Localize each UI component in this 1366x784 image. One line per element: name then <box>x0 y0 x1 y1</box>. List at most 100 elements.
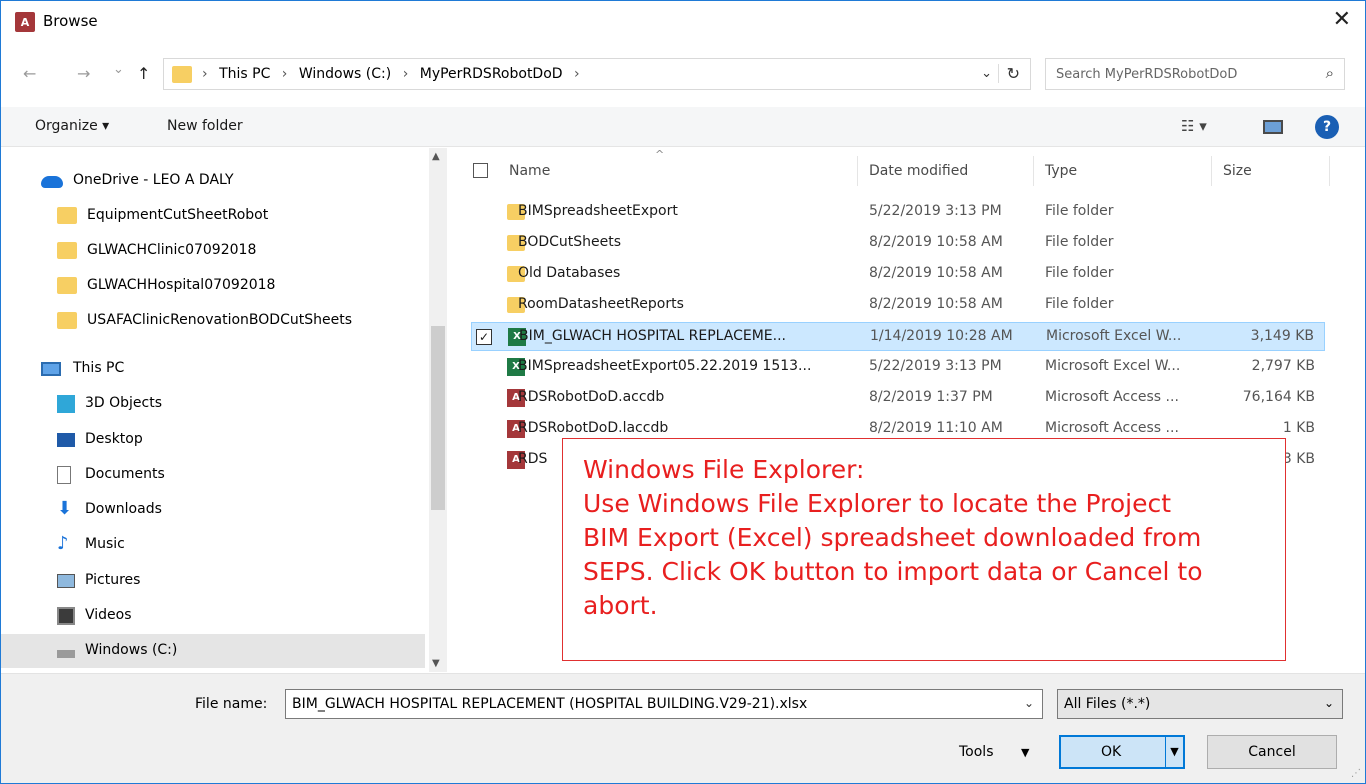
tree-item-label: GLWACHClinic07092018 <box>87 242 257 258</box>
tree-item-folder[interactable]: USAFAClinicRenovationBODCutSheets <box>1 304 425 338</box>
tree-item-windows-c[interactable]: Windows (C:) <box>1 634 425 668</box>
resize-grip-icon[interactable]: ⋰ <box>1351 768 1361 779</box>
column-header-date[interactable]: Date modified <box>869 163 968 179</box>
tools-dropdown-icon[interactable]: ▼ <box>1021 746 1029 759</box>
file-row[interactable]: BODCutSheets 8/2/2019 10:58 AM File fold… <box>471 229 1325 258</box>
breadcrumb-current-folder[interactable]: MyPerRDSRobotDoD <box>420 66 563 82</box>
file-name: BODCutSheets <box>518 234 622 250</box>
scroll-down-icon[interactable]: ▼ <box>432 658 440 669</box>
column-divider[interactable] <box>1211 156 1212 186</box>
column-headers: Name ^ Date modified Type Size <box>459 148 1365 194</box>
sort-ascending-icon: ^ <box>655 148 665 161</box>
file-type: File folder <box>1045 265 1114 281</box>
ok-split-dropdown-icon[interactable]: ▼ <box>1165 737 1183 767</box>
address-dropdown-icon[interactable]: ⌄ <box>981 66 992 81</box>
tree-item-label: Windows (C:) <box>85 642 178 658</box>
title-bar: A Browse ✕ <box>1 1 1365 43</box>
window-title: Browse <box>43 12 98 30</box>
refresh-icon[interactable]: ↻ <box>997 64 1020 83</box>
file-name: RDSRobotDoD.accdb <box>518 389 665 405</box>
new-folder-button[interactable]: New folder <box>167 118 243 134</box>
tree-item-folder[interactable]: GLWACHHospital07092018 <box>1 269 425 303</box>
file-row[interactable]: BIMSpreadsheetExport 5/22/2019 3:13 PM F… <box>471 198 1325 227</box>
ok-button-label: OK <box>1101 744 1122 760</box>
tree-item-3d-objects[interactable]: 3D Objects <box>1 387 425 421</box>
chevron-down-icon[interactable]: ⌄ <box>1024 696 1034 710</box>
file-row[interactable]: RoomDatasheetReports 8/2/2019 10:58 AM F… <box>471 291 1325 320</box>
tree-item-downloads[interactable]: ⬇ Downloads <box>1 493 425 527</box>
file-row-selected[interactable]: ✓ X BIM_GLWACH HOSPITAL REPLACEME... 1/1… <box>471 322 1325 351</box>
select-all-checkbox[interactable] <box>473 163 488 178</box>
change-view-icon[interactable]: ☷ ▾ <box>1181 117 1207 135</box>
scrollbar-thumb[interactable] <box>431 326 445 510</box>
file-row[interactable]: A RDSRobotDoD.accdb 8/2/2019 1:37 PM Mic… <box>471 384 1325 413</box>
tree-item-label: Desktop <box>85 431 143 447</box>
videos-icon <box>57 607 75 625</box>
instruction-callout: Windows File Explorer: Use Windows File … <box>562 438 1286 661</box>
search-input[interactable] <box>1046 59 1316 89</box>
tools-button[interactable]: Tools <box>959 744 994 760</box>
tree-item-videos[interactable]: Videos <box>1 599 425 633</box>
file-size: 3 KB <box>1282 451 1315 467</box>
ok-button[interactable]: OK ▼ <box>1059 735 1185 769</box>
cloud-icon <box>41 176 63 188</box>
breadcrumb-separator: › <box>202 66 208 82</box>
tree-item-folder[interactable]: EquipmentCutSheetRobot <box>1 199 425 233</box>
file-type: Microsoft Access ... <box>1045 420 1179 436</box>
column-header-name[interactable]: Name <box>509 163 550 179</box>
search-icon[interactable]: ⌕ <box>1326 64 1334 82</box>
folder-icon <box>57 312 77 329</box>
chevron-down-icon[interactable]: ⌄ <box>1324 696 1334 710</box>
downloads-icon: ⬇ <box>57 498 73 519</box>
search-box[interactable]: ⌕ <box>1045 58 1345 90</box>
file-row[interactable]: X BIMSpreadsheetExport05.22.2019 1513...… <box>471 353 1325 382</box>
column-divider[interactable] <box>1329 156 1330 186</box>
preview-pane-icon[interactable] <box>1263 120 1283 134</box>
drive-icon <box>57 650 75 658</box>
breadcrumb-this-pc[interactable]: This PC <box>219 66 270 82</box>
breadcrumb-separator: › <box>402 66 409 82</box>
recent-locations-icon[interactable]: ⌄ <box>113 62 124 77</box>
organize-button[interactable]: Organize ▾ <box>35 118 109 134</box>
column-divider[interactable] <box>857 156 858 186</box>
access-app-icon: A <box>15 12 35 32</box>
file-row[interactable]: Old Databases 8/2/2019 10:58 AM File fol… <box>471 260 1325 289</box>
tree-item-folder[interactable]: GLWACHClinic07092018 <box>1 234 425 268</box>
tree-item-documents[interactable]: Documents <box>1 458 425 492</box>
file-date: 1/14/2019 10:28 AM <box>870 328 1013 344</box>
file-type-filter[interactable]: All Files (*.*) ⌄ <box>1057 689 1343 719</box>
address-bar[interactable]: › This PC › Windows (C:) › MyPerRDSRobot… <box>163 58 1031 90</box>
up-arrow-icon[interactable]: ↑ <box>137 64 150 83</box>
close-icon[interactable]: ✕ <box>1333 7 1351 32</box>
file-type: File folder <box>1045 296 1114 312</box>
column-divider[interactable] <box>1033 156 1034 186</box>
file-name-combobox[interactable]: BIM_GLWACH HOSPITAL REPLACEMENT (HOSPITA… <box>285 689 1043 719</box>
folder-icon <box>57 242 77 259</box>
forward-arrow-icon[interactable]: → <box>77 64 90 83</box>
tree-item-label: Videos <box>85 607 132 623</box>
breadcrumb-windows-c[interactable]: Windows (C:) <box>299 66 391 82</box>
tree-item-desktop[interactable]: Desktop <box>1 423 425 457</box>
column-header-type[interactable]: Type <box>1045 163 1077 179</box>
file-name: BIM_GLWACH HOSPITAL REPLACEME... <box>519 328 786 344</box>
tree-item-onedrive[interactable]: OneDrive - LEO A DALY <box>1 164 425 198</box>
cancel-button[interactable]: Cancel <box>1207 735 1337 769</box>
tree-item-this-pc[interactable]: This PC <box>1 352 425 386</box>
tree-item-label: GLWACHHospital07092018 <box>87 277 276 293</box>
tree-item-music[interactable]: ♪ Music <box>1 528 425 562</box>
callout-line: abort. <box>583 591 658 620</box>
callout-line: Windows File Explorer: <box>583 455 865 484</box>
file-name-value[interactable]: BIM_GLWACH HOSPITAL REPLACEMENT (HOSPITA… <box>292 696 807 712</box>
callout-line: Use Windows File Explorer to locate the … <box>583 489 1172 518</box>
back-arrow-icon[interactable]: ← <box>23 64 36 83</box>
breadcrumb: › This PC › Windows (C:) › MyPerRDSRobot… <box>202 66 587 82</box>
file-date: 8/2/2019 11:10 AM <box>869 420 1003 436</box>
file-name: Old Databases <box>518 265 621 281</box>
help-icon[interactable]: ? <box>1315 115 1339 139</box>
row-checkbox[interactable]: ✓ <box>476 329 492 345</box>
scroll-up-icon[interactable]: ▲ <box>432 151 440 162</box>
column-header-size[interactable]: Size <box>1223 163 1252 179</box>
tree-item-pictures[interactable]: Pictures <box>1 564 425 598</box>
file-name: BIMSpreadsheetExport05.22.2019 1513... <box>518 358 812 374</box>
navigation-pane-scrollbar[interactable]: ▲ ▼ <box>429 148 447 672</box>
